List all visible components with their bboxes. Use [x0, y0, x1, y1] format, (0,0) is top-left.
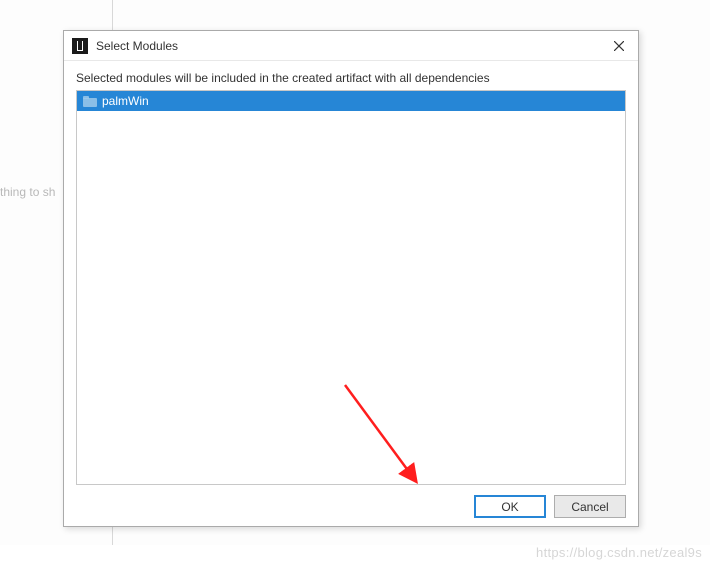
close-button[interactable]	[606, 35, 632, 57]
select-modules-dialog: Select Modules Selected modules will be …	[63, 30, 639, 527]
folder-icon	[83, 96, 97, 107]
cancel-button[interactable]: Cancel	[554, 495, 626, 518]
module-list[interactable]: palmWin	[76, 90, 626, 485]
ok-button[interactable]: OK	[474, 495, 546, 518]
dialog-title: Select Modules	[96, 39, 606, 53]
watermark-text: https://blog.csdn.net/zeal9s	[536, 545, 702, 560]
background-text: thing to sh	[0, 185, 55, 199]
instruction-text: Selected modules will be included in the…	[76, 71, 626, 85]
list-item-label: palmWin	[102, 94, 149, 108]
close-icon	[614, 41, 624, 51]
app-icon	[72, 38, 88, 54]
dialog-titlebar: Select Modules	[64, 31, 638, 61]
list-item[interactable]: palmWin	[77, 91, 625, 111]
dialog-body: Selected modules will be included in the…	[64, 61, 638, 526]
button-row: OK Cancel	[76, 485, 626, 518]
